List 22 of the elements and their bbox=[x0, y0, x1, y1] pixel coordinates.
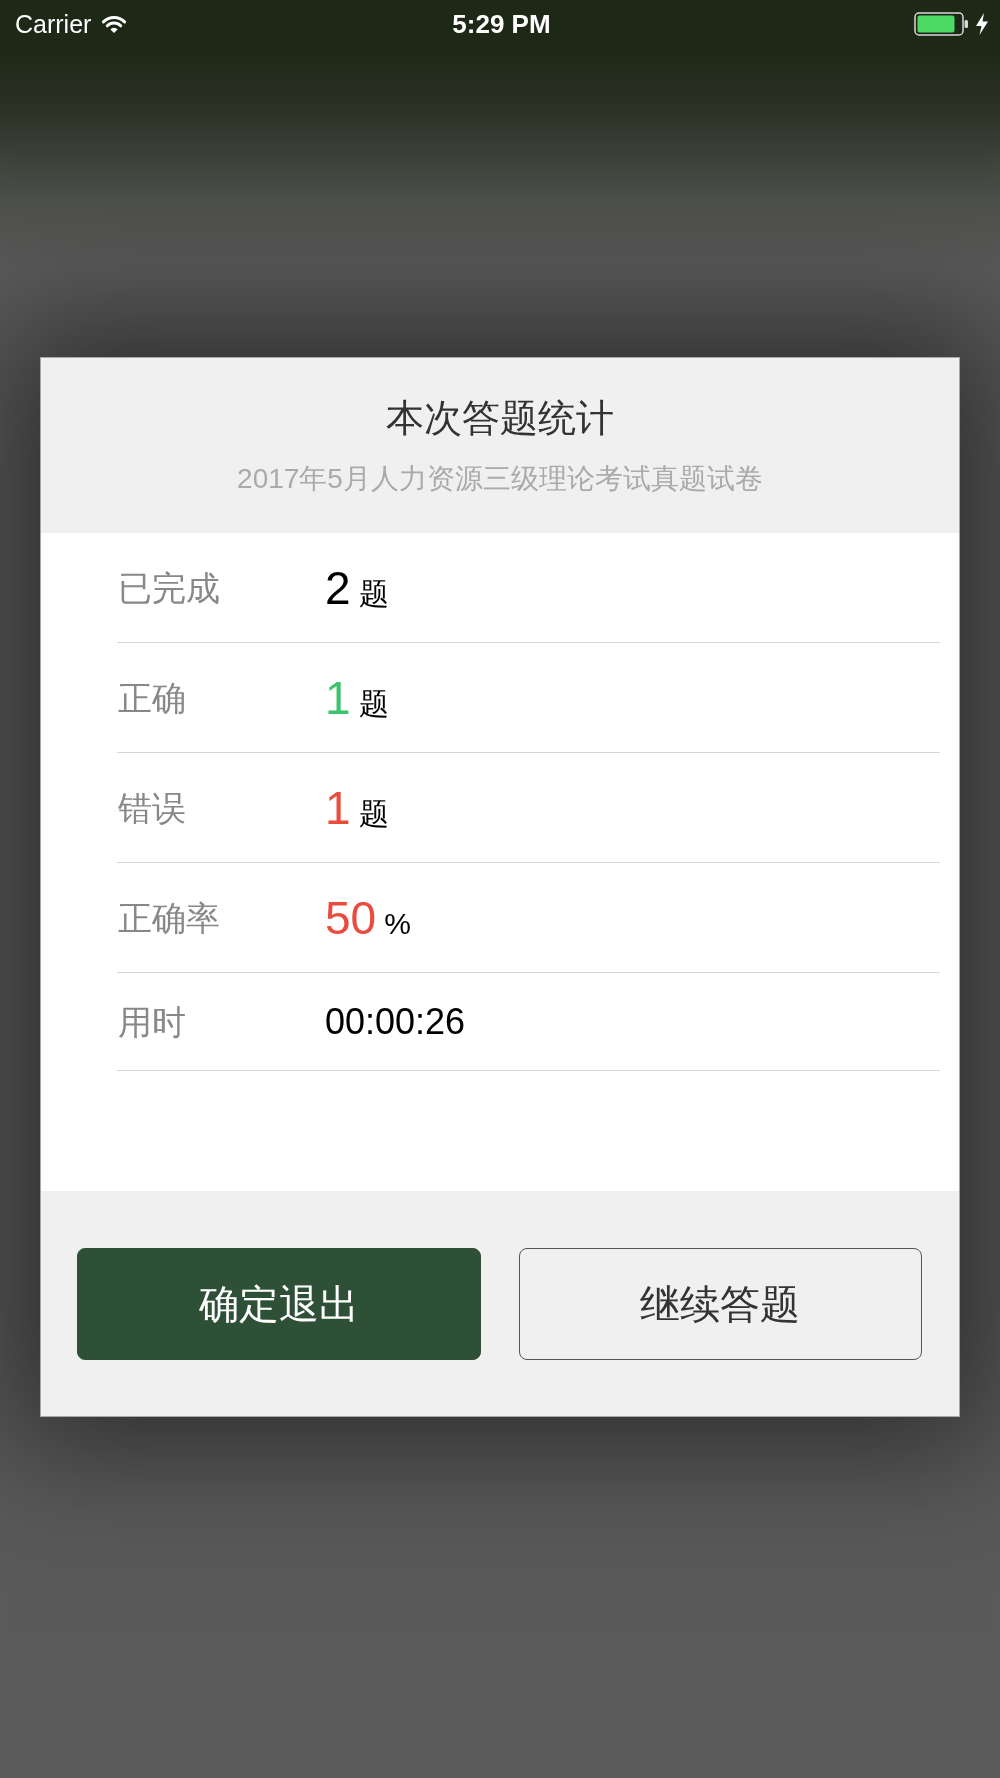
stat-unit: 题 bbox=[358, 576, 389, 612]
exam-paper-name: 2017年5月人力资源三级理论考试真题试卷 bbox=[237, 462, 763, 496]
stat-unit: 题 bbox=[358, 686, 389, 722]
stat-unit: % bbox=[384, 906, 411, 942]
stat-label: 用时 bbox=[118, 1002, 187, 1043]
wifi-icon bbox=[101, 14, 128, 34]
clock-time: 5:29 PM bbox=[452, 9, 551, 39]
stat-value: 1 bbox=[325, 781, 351, 836]
battery-icon bbox=[914, 12, 970, 36]
stat-label: 已完成 bbox=[118, 568, 221, 609]
carrier-label: Carrier bbox=[15, 9, 92, 39]
stat-value: 2 bbox=[325, 561, 351, 616]
continue-button[interactable]: 继续答题 bbox=[518, 1248, 922, 1360]
stat-value: 50 bbox=[325, 891, 377, 946]
stat-value: 1 bbox=[325, 671, 351, 726]
stat-label: 正确 bbox=[118, 678, 187, 719]
dialog-title: 本次答题统计 bbox=[386, 396, 614, 441]
stat-label: 错误 bbox=[118, 788, 187, 829]
stat-unit: 题 bbox=[358, 796, 389, 832]
stat-value: 00:00:26 bbox=[325, 1000, 466, 1044]
stat-label: 正确率 bbox=[118, 898, 221, 939]
confirm-exit-button[interactable]: 确定退出 bbox=[77, 1248, 481, 1360]
